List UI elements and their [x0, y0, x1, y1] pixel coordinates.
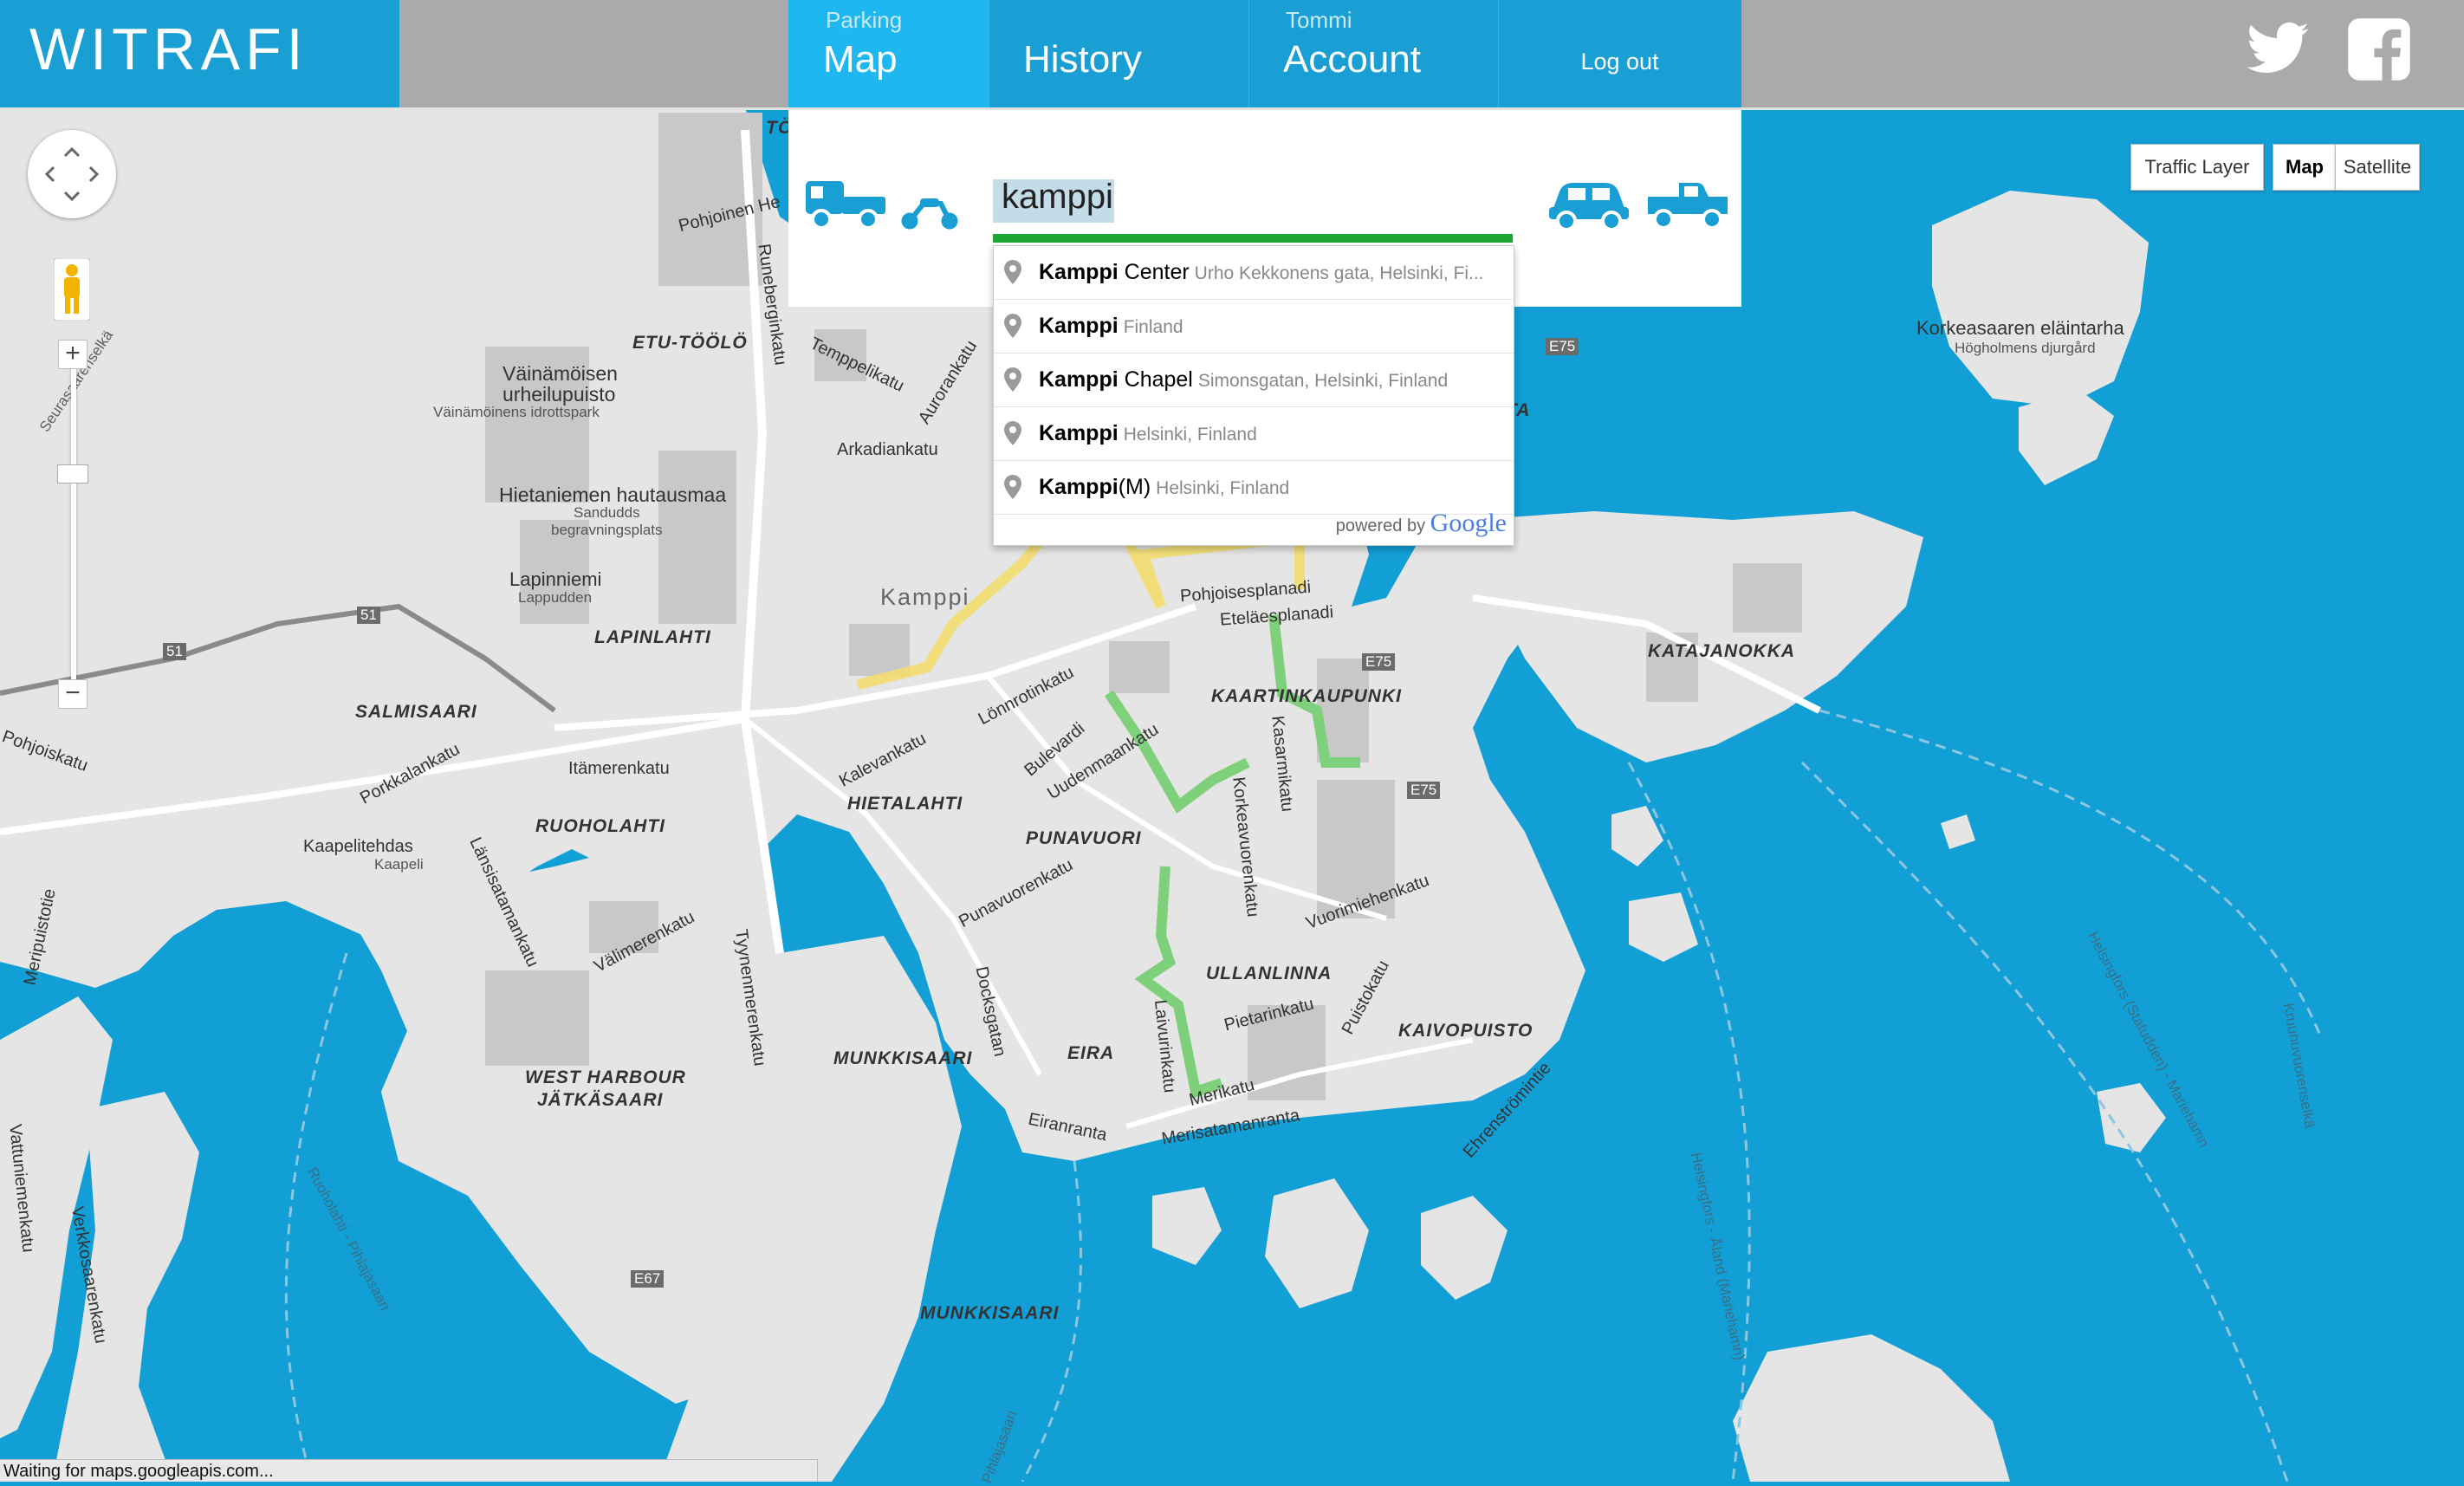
- search-input[interactable]: [993, 172, 1516, 221]
- map-label: MUNKKISAARI: [920, 1303, 1060, 1323]
- map-label: Väinämöinens idrottspark: [433, 404, 600, 420]
- map-label: PUNAVUORI: [1026, 828, 1142, 848]
- road-shield: E67: [631, 1270, 665, 1288]
- search-underline: [993, 234, 1513, 243]
- map-label: JÄTKÄSAARI: [537, 1090, 664, 1110]
- logout-button[interactable]: Log out: [1498, 0, 1741, 107]
- map-label: Hietaniemen hautausmaa: [499, 483, 727, 506]
- pan-arrows-icon: [44, 146, 100, 202]
- autocomplete-item[interactable]: Kamppi Center Urho Kekkonens gata, Helsin…: [994, 246, 1514, 300]
- autocomplete-match: Kamppi: [1039, 421, 1119, 445]
- zoom-in-button[interactable]: +: [58, 340, 88, 369]
- nav-tab-account[interactable]: Tommi Account: [1248, 0, 1499, 107]
- map-label: KAIVOPUISTO: [1398, 1021, 1534, 1041]
- autocomplete-secondary: Helsinki, Finland: [1123, 425, 1257, 445]
- map-label: Kaapeli: [374, 856, 424, 873]
- truck-icon[interactable]: [804, 176, 887, 237]
- map-label: HIETALAHTI: [847, 794, 963, 814]
- map-label: Itämerenkatu: [568, 759, 670, 778]
- map-label: Kaapelitehdas: [303, 837, 413, 856]
- google-logo: Google: [1430, 509, 1507, 537]
- autocomplete-match: Kamppi: [1039, 367, 1119, 392]
- map-label: Lapinniemi: [509, 568, 602, 590]
- road-shield: E75: [1546, 338, 1579, 355]
- map-pin-icon: [1004, 260, 1021, 289]
- main-nav: Parking Map History Tommi Account Log ou…: [788, 0, 1741, 107]
- map-pin-icon: [1004, 314, 1021, 342]
- logo-text: WITRAFI: [29, 16, 308, 82]
- autocomplete-item[interactable]: Kamppi Finland: [994, 300, 1514, 354]
- nav-tab-map[interactable]: Parking Map: [788, 0, 989, 107]
- map-label: KAARTINKAUPUNKI: [1211, 686, 1402, 706]
- map-label: EIRA: [1067, 1043, 1115, 1063]
- traffic-layer-button[interactable]: Traffic Layer: [2130, 144, 2264, 191]
- map-type-map-button[interactable]: Map: [2273, 144, 2337, 191]
- map-label: KATAJANOKKA: [1648, 641, 1796, 661]
- autocomplete-secondary: Helsinki, Finland: [1156, 478, 1290, 498]
- autocomplete-item[interactable]: Kamppi Helsinki, Finland: [994, 407, 1514, 461]
- road-shield: 51: [163, 643, 186, 660]
- autocomplete-item[interactable]: Kamppi(M) Helsinki, Finland: [994, 461, 1514, 515]
- map-label: Arkadiankatu: [837, 440, 938, 459]
- map-label: WEST HARBOUR: [525, 1067, 686, 1087]
- zoom-slider-track[interactable]: [71, 351, 76, 698]
- autocomplete-match: Kamppi: [1039, 260, 1119, 284]
- autocomplete-secondary: Finland: [1123, 317, 1183, 337]
- pan-control[interactable]: [28, 130, 116, 218]
- logo[interactable]: WITRAFI: [0, 0, 399, 107]
- twitter-icon[interactable]: [2244, 16, 2312, 83]
- map-pin-icon: [1004, 367, 1021, 396]
- map-type-satellite-button[interactable]: Satellite: [2335, 144, 2420, 191]
- nav-tab-sub: Tommi: [1286, 7, 1352, 33]
- map-label: RUOHOLAHTI: [535, 816, 665, 836]
- car-icon[interactable]: [1547, 176, 1631, 237]
- zoom-out-button[interactable]: −: [58, 679, 88, 709]
- autocomplete-rest: Chapel: [1118, 367, 1193, 392]
- nav-tab-label: Map: [823, 38, 898, 81]
- autocomplete-item[interactable]: Kamppi Chapel Simonsgatan, Helsinki, Finl…: [994, 354, 1514, 407]
- map-label: Lappudden: [518, 589, 593, 606]
- top-header: WITRAFI Parking Map History Tommi Accoun…: [0, 0, 2464, 110]
- map-label: begravningsplats: [551, 522, 663, 538]
- motorcycle-icon[interactable]: [898, 195, 962, 237]
- map-label: Väinämöisen: [503, 362, 618, 385]
- map-label: Högholmens djurgård: [1955, 340, 2096, 356]
- nav-tab-label: History: [1023, 38, 1142, 81]
- zoom-slider-handle[interactable]: [57, 464, 88, 483]
- pickup-icon[interactable]: [1644, 176, 1731, 237]
- powered-by-google: powered by Google: [1336, 509, 1507, 538]
- autocomplete-match: Kamppi: [1039, 314, 1119, 338]
- powered-by-text: powered by: [1335, 516, 1426, 535]
- road-shield: E75: [1362, 653, 1396, 671]
- road-shield: 51: [357, 607, 380, 624]
- nav-tab-history[interactable]: History: [989, 0, 1249, 107]
- facebook-icon[interactable]: [2345, 16, 2413, 83]
- road-shield: E75: [1407, 782, 1441, 799]
- street-view-pegman-icon[interactable]: [53, 257, 91, 321]
- map-label: ULLANLINNA: [1206, 964, 1333, 983]
- logout-label: Log out: [1580, 49, 1659, 75]
- autocomplete-rest: Center: [1118, 260, 1190, 284]
- nav-tab-sub: Parking: [826, 7, 903, 33]
- autocomplete-dropdown: Kamppi Center Urho Kekkonens gata, Helsin…: [993, 245, 1514, 546]
- map-pin-icon: [1004, 475, 1021, 503]
- nav-tab-label: Account: [1283, 38, 1421, 81]
- map-label: LAPINLAHTI: [594, 627, 711, 647]
- autocomplete-rest: (M): [1118, 475, 1151, 499]
- autocomplete-match: Kamppi: [1039, 475, 1119, 499]
- map-label: urheilupuisto: [503, 383, 616, 406]
- map-label: ETU-TÖÖLÖ: [632, 333, 748, 353]
- map-label: Sandudds: [574, 504, 640, 521]
- map-label: MUNKKISAARI: [833, 1048, 973, 1068]
- map-label: Kamppi: [880, 584, 970, 610]
- map-pin-icon: [1004, 421, 1021, 450]
- autocomplete-secondary: Urho Kekkonens gata, Helsinki, Fi...: [1194, 263, 1484, 283]
- autocomplete-secondary: Simonsgatan, Helsinki, Finland: [1197, 371, 1449, 391]
- map-label: Korkeasaaren eläintarha: [1916, 317, 2124, 339]
- browser-status-bar: Waiting for maps.googleapis.com...: [0, 1459, 818, 1482]
- map-label: SALMISAARI: [355, 702, 477, 722]
